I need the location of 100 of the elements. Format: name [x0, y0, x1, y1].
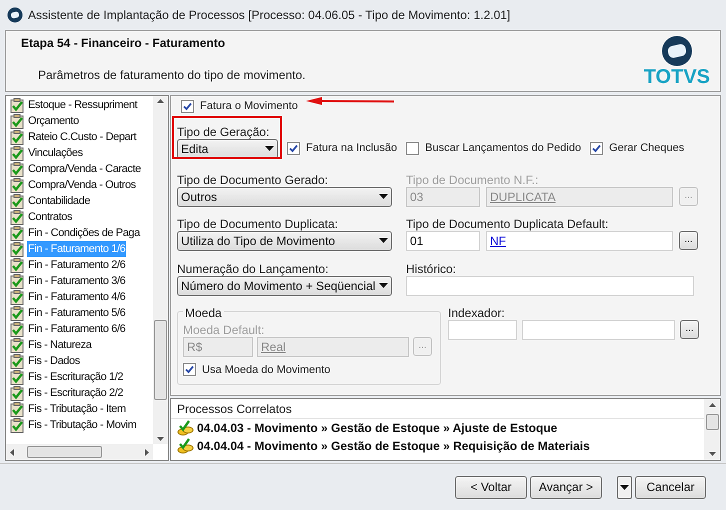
- clipboard-check-icon: [10, 274, 24, 288]
- input-field[interactable]: 01: [406, 230, 480, 250]
- step-item[interactable]: Fis - Dados: [27, 352, 81, 370]
- scroll-thumb[interactable]: [154, 320, 167, 400]
- window-title: Assistente de Implantação de Processos [Processo: 04.06.05 - Tipo de Movimento: 1.2.01]: [28, 7, 510, 24]
- field-label: Indexador:: [448, 304, 506, 320]
- cancel-button[interactable]: Cancelar: [635, 476, 706, 498]
- clipboard-check-icon: [10, 178, 24, 192]
- field-label: Tipo de Documento Gerado:: [177, 172, 329, 186]
- step-item[interactable]: Fin - Faturamento 5/6: [27, 304, 126, 322]
- scroll-down-icon[interactable]: [157, 437, 164, 441]
- dropdown[interactable]: Edita: [177, 138, 278, 158]
- clipboard-check-icon: [10, 242, 24, 256]
- checkbox-label: Fatura na Inclusão: [306, 141, 398, 156]
- logo-text: TOTVS: [644, 67, 710, 87]
- caret-icon: [379, 283, 388, 288]
- checkbox[interactable]: [181, 100, 194, 113]
- clipboard-check-icon: [10, 418, 24, 432]
- scrollbar[interactable]: [704, 399, 720, 460]
- clipboard-check-icon: [10, 386, 24, 400]
- clipboard-check-icon: [10, 114, 24, 128]
- app-logo-icon: [7, 7, 23, 23]
- clipboard-check-icon: [10, 98, 24, 112]
- logo-icon: [660, 35, 693, 67]
- checkbox[interactable]: [287, 142, 300, 155]
- checkbox-label: Usa Moeda do Movimento: [202, 362, 330, 378]
- clipboard-check-icon: [10, 146, 24, 160]
- caret-icon: [379, 238, 388, 243]
- step-item[interactable]: Fin - Faturamento 3/6: [27, 272, 126, 290]
- input-field[interactable]: [406, 276, 694, 296]
- checkbox-label: Fatura o Movimento: [200, 99, 298, 114]
- input-field[interactable]: [448, 320, 517, 340]
- browse-button[interactable]: ...: [679, 231, 698, 250]
- clipboard-check-icon: [10, 402, 24, 416]
- clipboard-check-icon: [10, 306, 24, 320]
- checkbox-label: Buscar Lançamentos do Pedido: [425, 141, 582, 156]
- input-field[interactable]: NF: [486, 230, 673, 250]
- step-item[interactable]: Estoque - Ressupriment: [27, 96, 138, 114]
- dropdown[interactable]: Número do Movimento + Seqüencial: [177, 276, 392, 296]
- clipboard-check-icon: [10, 130, 24, 144]
- step-item[interactable]: Contratos: [27, 208, 74, 226]
- clipboard-check-icon: [10, 226, 24, 240]
- step-item[interactable]: Orçamento: [27, 112, 80, 130]
- back-button[interactable]: < Voltar: [455, 476, 527, 498]
- horizontal-scrollbar[interactable]: [6, 444, 153, 460]
- checkbox[interactable]: [590, 142, 604, 155]
- step-item[interactable]: Fis - Natureza: [27, 336, 92, 354]
- clipboard-check-icon: [10, 322, 24, 336]
- step-item[interactable]: Fin - Faturamento 2/6: [27, 256, 126, 274]
- scroll-right-icon[interactable]: [145, 448, 149, 456]
- step-item[interactable]: Compra/Venda - Outros: [27, 176, 137, 194]
- clipboard-check-icon: [10, 370, 24, 384]
- clipboard-check-icon: [10, 338, 24, 352]
- scrollbar[interactable]: [153, 96, 168, 444]
- step-item[interactable]: Fis - Escrituração 2/2: [27, 384, 124, 402]
- step-item[interactable]: Fis - Escrituração 1/2: [27, 368, 124, 386]
- step-title: Etapa 54 - Financeiro - Faturamento: [21, 35, 226, 52]
- step-item[interactable]: Rateio C.Custo - Depart: [27, 128, 138, 146]
- checkbox-label: Gerar Cheques: [609, 141, 684, 156]
- scroll-thumb[interactable]: [706, 414, 718, 430]
- next-button[interactable]: Avançar >: [530, 476, 602, 498]
- field-label: Moeda Default:: [183, 322, 266, 336]
- scroll-left-icon[interactable]: [10, 448, 14, 456]
- step-item[interactable]: Fis - Tributação - Movim: [27, 416, 138, 434]
- clipboard-check-icon: [10, 354, 24, 368]
- coins-check-icon: [177, 438, 194, 454]
- step-item[interactable]: Fin - Condições de Paga: [27, 224, 141, 242]
- step-item[interactable]: Compra/Venda - Caracte: [27, 160, 142, 178]
- caret-icon: [265, 146, 274, 151]
- menu-button[interactable]: [617, 476, 632, 498]
- checkbox[interactable]: [406, 142, 420, 155]
- clipboard-check-icon: [10, 162, 24, 176]
- caret-icon: [379, 194, 388, 199]
- field-label: Numeração do Lançamento:: [177, 260, 330, 276]
- dropdown[interactable]: Outros: [177, 186, 392, 206]
- process-item[interactable]: 04.04.04 - Movimento » Gestão de Estoque » Requisição de Materiais: [197, 437, 590, 455]
- field-label: Tipo de Geração:: [177, 124, 270, 138]
- panel-header: Processos Correlatos: [171, 399, 704, 419]
- dropdown[interactable]: Utiliza do Tipo de Movimento: [177, 230, 392, 250]
- field-label: Tipo de Documento Duplicata:: [177, 216, 339, 230]
- scroll-thumb[interactable]: [27, 446, 102, 458]
- step-item[interactable]: Fin - Faturamento 6/6: [27, 320, 126, 338]
- scroll-down-icon[interactable]: [708, 452, 716, 456]
- field-label: Tipo de Documento N.F.:: [406, 172, 540, 186]
- input-field[interactable]: [522, 320, 675, 340]
- clipboard-check-icon: [10, 290, 24, 304]
- step-item[interactable]: Vinculações: [27, 144, 84, 162]
- step-item[interactable]: Fis - Tributação - Item: [27, 400, 127, 418]
- field-label: Tipo de Documento Duplicata Default:: [406, 216, 610, 230]
- scroll-up-icon[interactable]: [157, 99, 164, 103]
- clipboard-check-icon: [10, 258, 24, 272]
- clipboard-check-icon: [10, 210, 24, 224]
- scroll-up-icon[interactable]: [708, 403, 716, 407]
- caret-icon: [620, 484, 629, 490]
- step-item[interactable]: Fin - Faturamento 4/6: [27, 288, 126, 306]
- process-item[interactable]: 04.04.03 - Movimento » Gestão de Estoque » Ajuste de Estoque: [197, 419, 558, 437]
- browse-button[interactable]: ...: [680, 320, 699, 339]
- clipboard-check-icon: [10, 194, 24, 208]
- step-item[interactable]: Contabilidade: [27, 192, 92, 210]
- step-description: Parâmetros de faturamento do tipo de movimento.: [38, 67, 306, 84]
